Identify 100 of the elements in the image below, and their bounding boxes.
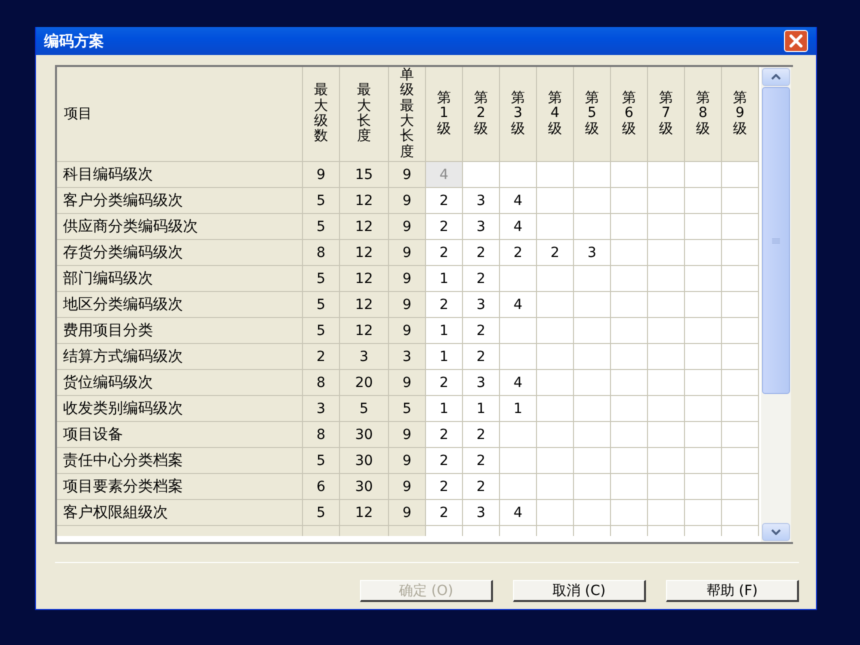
level-cell[interactable]: 4: [500, 500, 537, 526]
level-cell[interactable]: [537, 448, 574, 474]
level-cell[interactable]: [463, 162, 500, 188]
level-cell[interactable]: [537, 422, 574, 448]
level-cell[interactable]: 4: [500, 370, 537, 396]
close-button[interactable]: [784, 30, 808, 52]
level-cell[interactable]: [722, 396, 759, 422]
scrollbar[interactable]: [761, 67, 791, 542]
level-cell[interactable]: [574, 266, 611, 292]
level-cell[interactable]: 4: [500, 214, 537, 240]
level-cell[interactable]: [537, 266, 574, 292]
level-cell[interactable]: [574, 292, 611, 318]
level-cell[interactable]: 3: [463, 370, 500, 396]
level-cell[interactable]: [685, 370, 722, 396]
level-cell[interactable]: [611, 422, 648, 448]
scroll-up-button[interactable]: [762, 68, 790, 86]
level-cell[interactable]: [537, 292, 574, 318]
level-cell[interactable]: 2: [500, 240, 537, 266]
level-cell[interactable]: 2: [426, 370, 463, 396]
level-cell[interactable]: [648, 448, 685, 474]
level-cell[interactable]: 2: [463, 422, 500, 448]
level-cell[interactable]: [611, 188, 648, 214]
level-cell[interactable]: [685, 448, 722, 474]
level-cell[interactable]: [648, 396, 685, 422]
level-cell[interactable]: [537, 318, 574, 344]
scroll-down-button[interactable]: [762, 523, 790, 541]
level-cell[interactable]: [648, 188, 685, 214]
level-cell[interactable]: [685, 214, 722, 240]
level-cell[interactable]: [722, 292, 759, 318]
level-cell[interactable]: [500, 474, 537, 500]
level-cell[interactable]: [722, 188, 759, 214]
level-cell[interactable]: 3: [463, 500, 500, 526]
level-cell[interactable]: [574, 422, 611, 448]
level-cell[interactable]: 3: [574, 240, 611, 266]
level-cell[interactable]: [611, 318, 648, 344]
level-cell[interactable]: 1: [500, 396, 537, 422]
level-cell[interactable]: 2: [426, 240, 463, 266]
level-cell[interactable]: [648, 344, 685, 370]
level-cell[interactable]: [685, 292, 722, 318]
level-cell[interactable]: [537, 396, 574, 422]
level-cell[interactable]: 2: [426, 422, 463, 448]
level-cell[interactable]: [685, 318, 722, 344]
level-cell[interactable]: [500, 422, 537, 448]
level-cell[interactable]: [685, 266, 722, 292]
level-cell[interactable]: [537, 500, 574, 526]
level-cell[interactable]: 2: [463, 266, 500, 292]
level-cell[interactable]: 1: [426, 318, 463, 344]
level-cell[interactable]: [722, 500, 759, 526]
level-cell[interactable]: [537, 474, 574, 500]
level-cell[interactable]: [537, 188, 574, 214]
level-cell[interactable]: [574, 162, 611, 188]
level-cell[interactable]: [648, 240, 685, 266]
level-cell[interactable]: [537, 370, 574, 396]
level-cell[interactable]: [611, 240, 648, 266]
level-cell[interactable]: [648, 500, 685, 526]
level-cell[interactable]: [648, 422, 685, 448]
level-cell[interactable]: [574, 448, 611, 474]
level-cell[interactable]: [722, 240, 759, 266]
scroll-thumb[interactable]: [762, 87, 790, 394]
level-cell[interactable]: [722, 214, 759, 240]
level-cell[interactable]: [611, 396, 648, 422]
level-cell[interactable]: 2: [426, 500, 463, 526]
level-cell[interactable]: [722, 318, 759, 344]
level-cell[interactable]: 2: [537, 240, 574, 266]
level-cell[interactable]: 1: [426, 266, 463, 292]
level-cell[interactable]: 4: [500, 188, 537, 214]
level-cell[interactable]: [722, 448, 759, 474]
level-cell[interactable]: [685, 344, 722, 370]
level-cell[interactable]: [537, 344, 574, 370]
level-cell[interactable]: 3: [463, 188, 500, 214]
level-cell[interactable]: [611, 500, 648, 526]
level-cell[interactable]: 2: [426, 188, 463, 214]
level-cell[interactable]: [611, 214, 648, 240]
level-cell[interactable]: [648, 474, 685, 500]
level-cell[interactable]: [611, 370, 648, 396]
level-cell[interactable]: [574, 344, 611, 370]
level-cell[interactable]: 2: [426, 214, 463, 240]
level-cell[interactable]: 1: [426, 396, 463, 422]
level-cell[interactable]: [648, 266, 685, 292]
level-cell[interactable]: 1: [426, 344, 463, 370]
level-cell[interactable]: 3: [463, 292, 500, 318]
level-cell[interactable]: 2: [426, 292, 463, 318]
level-cell[interactable]: [574, 474, 611, 500]
level-cell[interactable]: [685, 396, 722, 422]
help-button[interactable]: 帮助 (F): [666, 580, 799, 602]
level-cell[interactable]: 4: [500, 292, 537, 318]
level-cell[interactable]: [537, 162, 574, 188]
level-cell[interactable]: [500, 162, 537, 188]
level-cell[interactable]: 2: [426, 448, 463, 474]
level-cell[interactable]: [685, 162, 722, 188]
level-cell[interactable]: [648, 318, 685, 344]
level-cell[interactable]: 2: [426, 474, 463, 500]
level-cell[interactable]: [574, 500, 611, 526]
level-cell[interactable]: 2: [463, 474, 500, 500]
level-cell[interactable]: [574, 370, 611, 396]
level-cell[interactable]: [611, 162, 648, 188]
level-cell[interactable]: [574, 396, 611, 422]
level-cell[interactable]: [648, 370, 685, 396]
cancel-button[interactable]: 取消 (C): [513, 580, 646, 602]
level-cell[interactable]: [500, 318, 537, 344]
